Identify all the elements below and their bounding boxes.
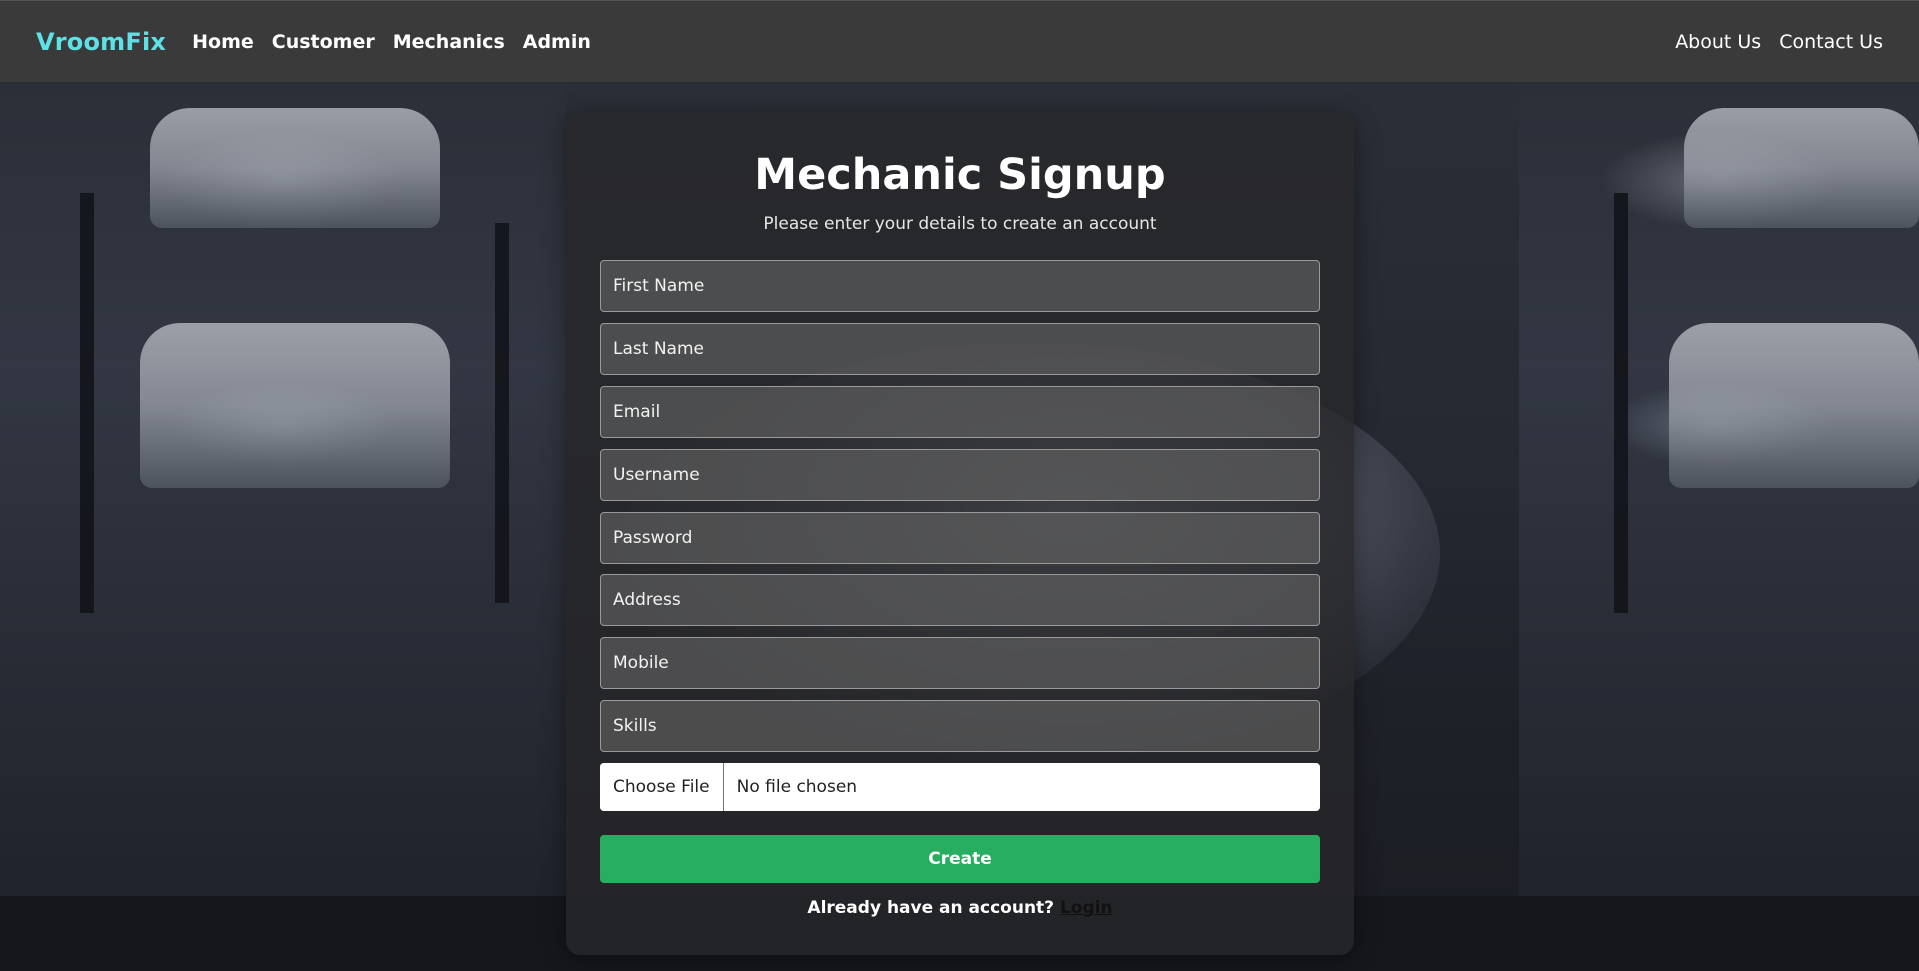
username-field[interactable] bbox=[600, 449, 1320, 501]
nav-link-customer[interactable]: Customer bbox=[272, 31, 375, 53]
login-prompt: Already have an account? Login bbox=[566, 898, 1354, 918]
nav-right-links: About Us Contact Us bbox=[1657, 31, 1883, 53]
nav-link-contact-us[interactable]: Contact Us bbox=[1779, 31, 1883, 53]
lift-post-image bbox=[495, 223, 509, 603]
nav-left-links: Home Customer Mechanics Admin bbox=[192, 31, 609, 53]
login-link[interactable]: Login bbox=[1060, 898, 1113, 918]
first-name-field[interactable] bbox=[600, 260, 1320, 312]
top-navbar: VroomFix Home Customer Mechanics Admin A… bbox=[0, 0, 1919, 83]
password-field[interactable] bbox=[600, 512, 1320, 564]
nav-link-admin[interactable]: Admin bbox=[523, 31, 591, 53]
background-panel-right bbox=[1519, 83, 1919, 896]
lift-post-image bbox=[1614, 193, 1628, 613]
brand-logo-link[interactable]: VroomFix bbox=[36, 28, 166, 56]
last-name-field[interactable] bbox=[600, 323, 1320, 375]
page-subtitle: Please enter your details to create an a… bbox=[763, 214, 1157, 234]
create-button[interactable]: Create bbox=[600, 835, 1320, 883]
skills-field[interactable] bbox=[600, 700, 1320, 752]
file-upload-field[interactable]: Choose File No file chosen bbox=[600, 763, 1320, 811]
parked-car-image bbox=[150, 108, 440, 228]
signup-card: Mechanic Signup Please enter your detail… bbox=[566, 112, 1354, 955]
choose-file-button[interactable]: Choose File bbox=[600, 763, 724, 811]
parked-car-image bbox=[1669, 323, 1919, 488]
login-prompt-text: Already have an account? bbox=[807, 898, 1055, 918]
page-title: Mechanic Signup bbox=[754, 150, 1166, 200]
nav-link-mechanics[interactable]: Mechanics bbox=[393, 31, 505, 53]
email-field[interactable] bbox=[600, 386, 1320, 438]
parked-car-image bbox=[140, 323, 450, 488]
file-status-text: No file chosen bbox=[736, 777, 858, 797]
nav-link-home[interactable]: Home bbox=[192, 31, 254, 53]
lift-post-image bbox=[80, 193, 94, 613]
mobile-field[interactable] bbox=[600, 637, 1320, 689]
background-panel-left bbox=[0, 83, 566, 896]
parked-car-image bbox=[1684, 108, 1919, 228]
nav-link-about-us[interactable]: About Us bbox=[1675, 31, 1761, 53]
address-field[interactable] bbox=[600, 574, 1320, 626]
